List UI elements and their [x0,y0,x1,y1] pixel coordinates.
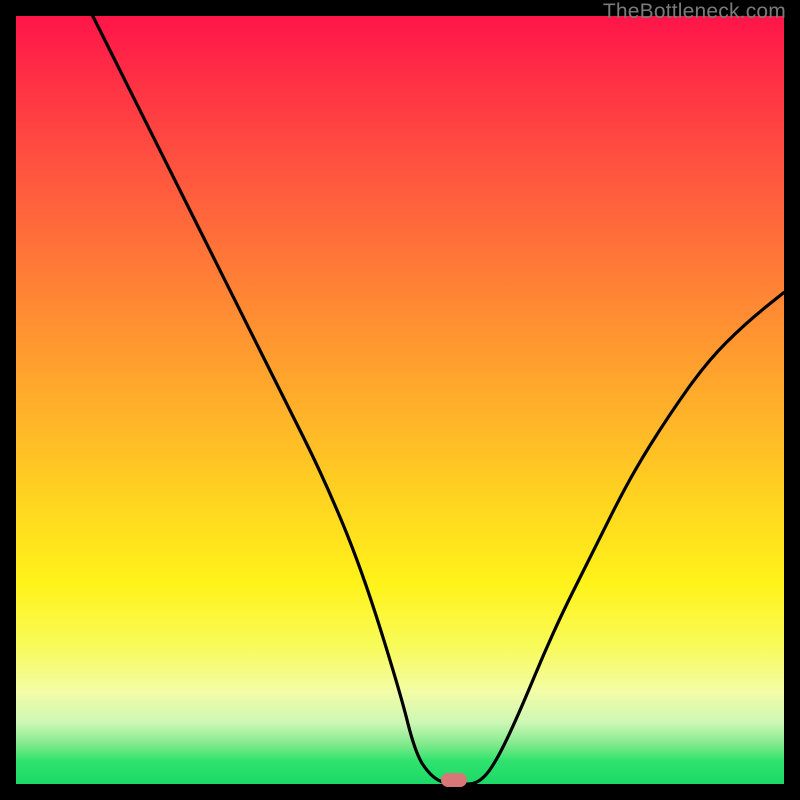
bottleneck-curve [16,16,784,784]
optimal-marker [441,773,467,787]
chart-frame: TheBottleneck.com [0,0,800,800]
attribution-text: TheBottleneck.com [603,0,786,24]
plot-area [16,16,784,784]
